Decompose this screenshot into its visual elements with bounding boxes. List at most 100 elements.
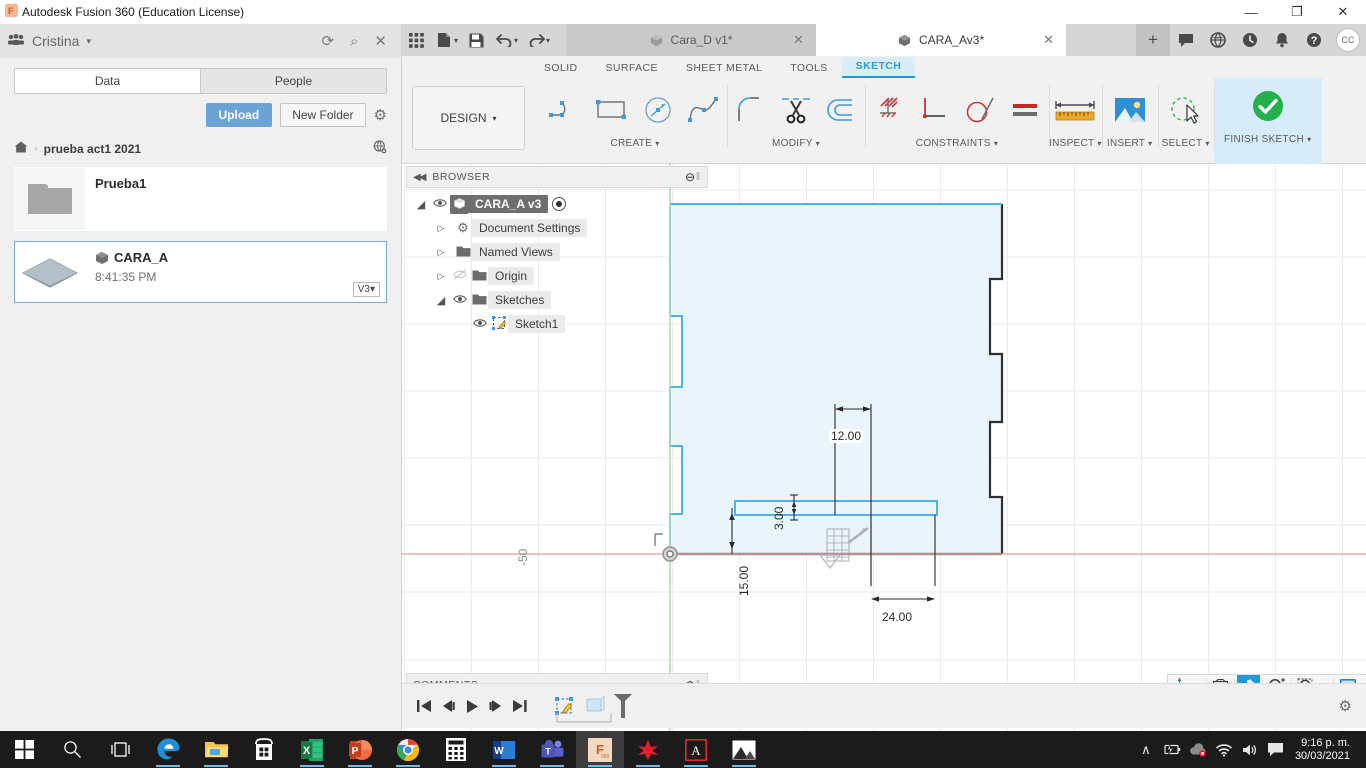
refresh-icon[interactable]: ⟳ (321, 32, 334, 50)
photos-icon[interactable] (720, 731, 768, 768)
document-tab-cara-a[interactable]: CARA_Av3* ✕ (816, 24, 1067, 56)
show-desktop-button[interactable] (1360, 731, 1366, 768)
document-tab-cara-d[interactable]: Cara_D v1* ✕ (566, 24, 817, 56)
tab-data[interactable]: Data (15, 69, 200, 93)
search-icon[interactable]: ⌕ (350, 33, 358, 50)
dimension-label-24[interactable]: 24.00 (880, 610, 915, 624)
chevron-down-icon[interactable]: ▾ (546, 36, 550, 45)
ribbon-group-label-create[interactable]: CREATE ▾ (610, 138, 659, 153)
version-selector[interactable]: V3▾ (352, 282, 380, 297)
start-button[interactable] (0, 731, 48, 768)
ribbon-group-label-insert[interactable]: INSERT ▾ (1107, 138, 1153, 153)
save-icon[interactable] (462, 24, 490, 56)
sketch-rectangle-icon[interactable] (589, 82, 635, 138)
sketch-spline-icon[interactable] (681, 82, 727, 138)
close-icon[interactable]: ✕ (1043, 32, 1054, 48)
chrome-icon[interactable] (384, 731, 432, 768)
step-back-icon[interactable] (436, 693, 460, 719)
volume-icon[interactable] (1237, 731, 1263, 768)
dimension-label-3[interactable]: 3.00 (772, 507, 786, 530)
avatar[interactable]: CC (1336, 28, 1360, 52)
globe-icon[interactable] (1202, 24, 1234, 56)
file-explorer-icon[interactable] (192, 731, 240, 768)
twisty-closed-icon[interactable]: ▷ (432, 271, 450, 282)
twisty-open-icon[interactable]: ◢ (432, 294, 450, 307)
ribbon-group-label-finish-sketch[interactable]: FINISH SKETCH ▾ (1224, 134, 1311, 149)
close-button[interactable]: ✕ (1320, 0, 1366, 24)
sketch-circle-icon[interactable] (635, 82, 681, 138)
select-lasso-icon[interactable] (1158, 82, 1214, 138)
minimize-browser-icon[interactable]: ⊖ (685, 170, 695, 184)
chevron-down-icon[interactable]: ▾ (514, 36, 518, 45)
new-folder-button[interactable]: New Folder (280, 103, 366, 127)
help-icon[interactable]: ? (1298, 24, 1330, 56)
offset-icon[interactable] (819, 82, 865, 138)
fix-constraint-icon[interactable] (865, 82, 911, 138)
acrobat-icon[interactable]: A (672, 731, 720, 768)
measure-icon[interactable] (1049, 82, 1101, 138)
excel-icon[interactable]: X (288, 731, 336, 768)
visibility-eye-icon[interactable] (470, 317, 490, 331)
ribbon-group-label-modify[interactable]: MODIFY ▾ (772, 138, 820, 153)
visibility-eye-icon[interactable] (430, 197, 450, 211)
wifi-icon[interactable] (1211, 731, 1237, 768)
word-icon[interactable]: W (480, 731, 528, 768)
sketch-arc-icon[interactable] (543, 82, 589, 138)
microsoft-store-icon[interactable] (240, 731, 288, 768)
fusion360-icon[interactable]: F 360 (576, 731, 624, 768)
tab-sheet-metal[interactable]: SHEET METAL (672, 59, 776, 78)
step-forward-icon[interactable] (484, 693, 508, 719)
twisty-open-icon[interactable]: ◢ (412, 198, 430, 211)
close-icon[interactable]: ✕ (793, 32, 804, 48)
list-item[interactable]: CARA_A 8:41:35 PM V3▾ (14, 241, 387, 303)
tree-item-sketch1[interactable]: Sketch1 (406, 312, 708, 336)
minimize-button[interactable]: — (1228, 0, 1274, 24)
tree-item-cara-a[interactable]: ◢ CARA_A v3 (406, 192, 708, 216)
timeline-settings-gear-icon[interactable]: ⚙ (1339, 697, 1352, 715)
maximize-button[interactable]: ❐ (1274, 0, 1320, 24)
taskbar-clock[interactable]: 9:16 p. m. 30/03/2021 (1289, 737, 1360, 763)
teams-icon[interactable]: T (528, 731, 576, 768)
onedrive-icon[interactable] (1185, 731, 1211, 768)
recent-activity-icon[interactable] (1234, 24, 1266, 56)
powerpoint-icon[interactable]: P (336, 731, 384, 768)
tree-item-document-settings[interactable]: ▷ ⚙ Document Settings (406, 216, 708, 240)
fillet-icon[interactable] (727, 82, 773, 138)
tangent-constraint-icon[interactable] (957, 82, 1003, 138)
ribbon-group-label-inspect[interactable]: INSPECT ▾ (1049, 138, 1102, 153)
chevron-down-icon[interactable]: ▾ (454, 36, 458, 45)
go-to-end-icon[interactable] (508, 693, 532, 719)
show-hidden-icons-chevron[interactable]: ∧ (1133, 731, 1159, 768)
upload-button[interactable]: Upload (205, 103, 273, 127)
calculator-icon[interactable] (432, 731, 480, 768)
visibility-eye-icon[interactable] (450, 293, 470, 307)
search-button[interactable] (48, 731, 96, 768)
visibility-eye-off-icon[interactable] (450, 269, 470, 283)
perpendicular-constraint-icon[interactable] (911, 82, 957, 138)
battery-icon[interactable] (1159, 731, 1185, 768)
tab-sketch[interactable]: SKETCH (841, 57, 916, 78)
breadcrumb-current-folder[interactable]: prueba act1 2021 (44, 142, 141, 156)
new-tab-button[interactable]: + (1136, 24, 1170, 56)
play-icon[interactable] (460, 693, 484, 719)
tree-item-origin[interactable]: ▷ Origin (406, 264, 708, 288)
globe-icon[interactable] (373, 140, 387, 157)
close-panel-icon[interactable]: ✕ (374, 32, 387, 50)
twisty-closed-icon[interactable]: ▷ (432, 247, 450, 258)
action-center-icon[interactable] (1263, 731, 1289, 768)
twisty-closed-icon[interactable]: ▷ (432, 223, 450, 234)
tree-item-sketches[interactable]: ◢ Sketches (406, 288, 708, 312)
list-item[interactable]: Prueba1 (14, 167, 387, 231)
ribbon-group-label-select[interactable]: SELECT ▾ (1162, 138, 1210, 153)
tab-tools[interactable]: TOOLS (776, 59, 841, 78)
tree-item-named-views[interactable]: ▷ Named Views (406, 240, 708, 264)
notifications-bell-icon[interactable] (1266, 24, 1298, 56)
finish-sketch-check-icon[interactable] (1222, 78, 1314, 134)
activate-component-radio[interactable] (552, 197, 567, 211)
equal-constraint-icon[interactable] (1003, 82, 1049, 138)
show-data-panel-icon[interactable] (402, 24, 430, 56)
collapse-browser-icon[interactable]: ◀◀ (413, 172, 426, 183)
dimension-label-15[interactable]: 15.00 (737, 566, 751, 596)
dimension-label-12[interactable]: 12.00 (829, 429, 864, 443)
ribbon-group-finish-sketch[interactable]: FINISH SKETCH ▾ (1213, 78, 1322, 164)
